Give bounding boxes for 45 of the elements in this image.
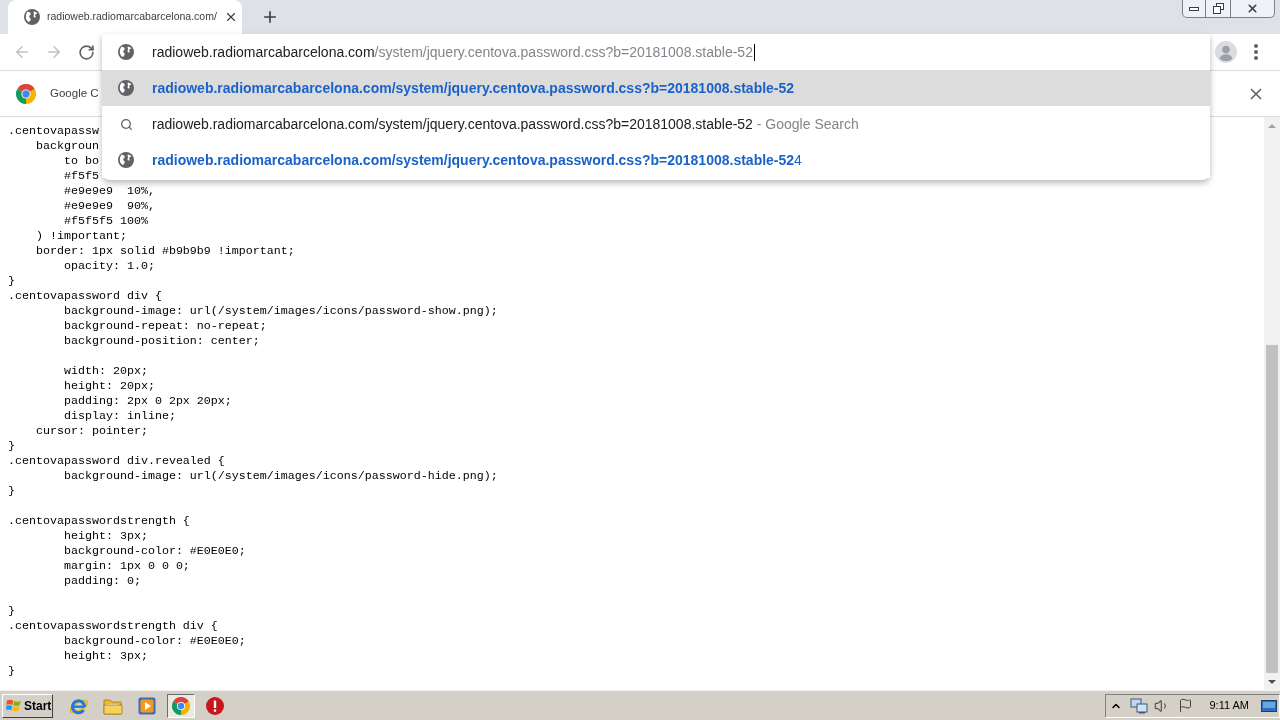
close-icon	[1246, 2, 1259, 15]
avatar-icon	[1215, 41, 1237, 63]
flag-icon[interactable]	[1178, 698, 1194, 713]
css-source-text: #e9e9e9 10%, #e9e9e9 90%, #f5f5f5 100% ) !important; border: 1px solid #b9b9b9 !important; opacity: 1.0; } .centovapassword div { background-image: url(/system/images/icons/password-show.png); background-repeat: no-repeat; background-position: center; width: 20px; height: 20px; padding: 2px 0 2px 20px; display: inline; cursor: pointer; } .centovapassword div.revealed { background-image: url(/system/images/icons/password-hide.png); } .centovapasswordstrength { height: 3px; background-color: #E0E0E0; margin: 1px 0 0 0; padding: 0; } .centovapasswordstrength div { background-color: #E0E0E0; height: 3px; }	[8, 184, 498, 679]
address-field[interactable]: radioweb.radiomarcabarcelona.com/system/jquery.centova.password.css?b=20181008.stable-52	[152, 40, 755, 64]
globe-icon	[24, 9, 40, 25]
restore-button[interactable]	[1206, 0, 1231, 18]
scroll-up-arrow-icon	[1268, 123, 1276, 128]
start-button[interactable]: Start	[2, 693, 53, 718]
forward-arrow-icon	[45, 43, 63, 61]
browser-logo-icon	[16, 83, 36, 104]
code-line: backgroun	[34, 139, 99, 154]
desktop-icon	[1261, 699, 1277, 712]
play-icon	[138, 696, 156, 715]
scrollbar-thumb[interactable]	[1266, 345, 1278, 673]
globe-icon	[118, 80, 134, 96]
network-icon[interactable]	[1130, 697, 1149, 714]
browser-logo-icon	[172, 696, 190, 715]
url-suggestion[interactable]: radioweb.radiomarcabarcelona.com/system/jquery.centova.password.css?b=20181008.stable-524	[102, 142, 1210, 178]
code-line: #f5f5	[62, 169, 99, 184]
close-icon	[224, 10, 238, 24]
plus-icon	[261, 8, 279, 26]
minimize-icon	[1189, 6, 1199, 11]
windows-flag-icon	[6, 698, 22, 713]
minimize-button[interactable]	[1182, 0, 1206, 18]
code-line: .centovapassw	[8, 124, 99, 139]
reload-icon	[77, 43, 95, 61]
code-line: to bo	[62, 154, 99, 169]
close-window-button[interactable]	[1231, 0, 1275, 18]
search-suggestion[interactable]: radioweb.radiomarcabarcelona.com/system/jquery.centova.password.css?b=20181008.stable-52 - Google Search	[102, 106, 1210, 142]
restore-icon	[1212, 3, 1224, 14]
exclamation-icon	[206, 696, 224, 715]
text-cursor-icon	[753, 43, 755, 61]
url-suggestion[interactable]: radioweb.radiomarcabarcelona.com/system/jquery.centova.password.css?b=20181008.stable-52	[102, 70, 1210, 106]
infobar-message: Google C	[50, 85, 99, 101]
taskbar-app-button[interactable]	[167, 693, 195, 718]
folder-icon	[103, 696, 123, 715]
browser-tab[interactable]: radioweb.radiomarcabarcelona.com/	[8, 0, 242, 34]
menu-icon	[1254, 44, 1258, 60]
globe-icon	[118, 44, 134, 60]
search-icon	[119, 117, 133, 131]
profile-button[interactable]	[1212, 38, 1240, 66]
clock-text[interactable]: 9:11 AM	[1209, 697, 1249, 714]
scroll-down-arrow-icon	[1268, 679, 1276, 684]
globe-icon	[118, 152, 134, 168]
